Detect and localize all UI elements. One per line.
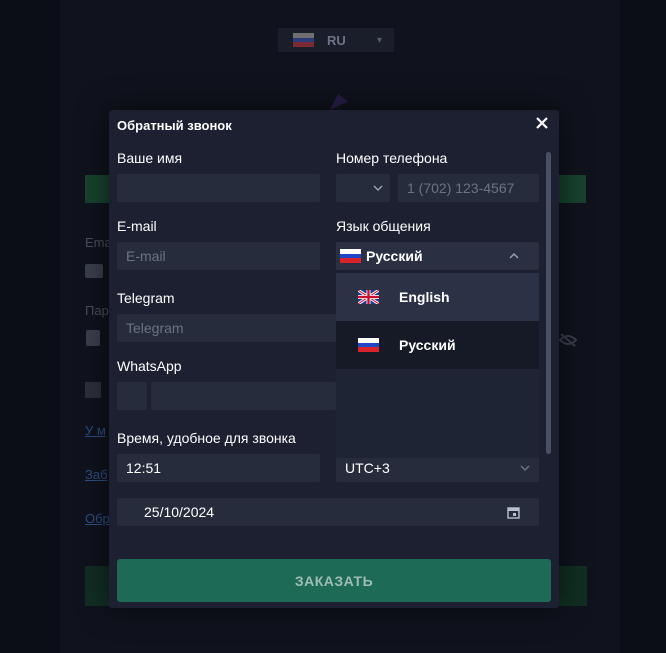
language-option-label: Русский xyxy=(399,337,456,353)
language-option-english[interactable]: English xyxy=(336,273,539,321)
modal-scrollbar[interactable] xyxy=(546,152,551,454)
background-checkbox xyxy=(85,382,101,398)
name-label: Ваше имя xyxy=(117,150,183,166)
background-green-button xyxy=(85,175,110,203)
russia-flag-icon xyxy=(358,338,379,352)
uk-flag-icon xyxy=(357,288,380,306)
scrollbar-thumb[interactable] xyxy=(546,152,551,454)
language-switcher[interactable]: RU ▾ xyxy=(278,28,394,52)
whatsapp-label: WhatsApp xyxy=(117,358,182,374)
lock-icon xyxy=(86,330,100,346)
language-switcher-label: RU xyxy=(327,32,346,48)
whatsapp-country-select[interactable] xyxy=(117,382,147,410)
russia-flag-icon xyxy=(293,33,314,47)
whatsapp-input[interactable] xyxy=(151,382,336,410)
name-input[interactable] xyxy=(117,174,320,202)
telegram-input[interactable] xyxy=(117,314,336,342)
background-email-label: Ema xyxy=(85,235,112,250)
telegram-label: Telegram xyxy=(117,290,175,306)
russia-flag-icon xyxy=(340,249,361,263)
language-option-label: English xyxy=(399,289,450,305)
chevron-up-icon xyxy=(509,252,519,259)
date-input[interactable]: 25/10/2024 xyxy=(117,498,539,526)
language-option-russian[interactable]: Русский xyxy=(336,321,539,369)
callback-modal: Обратный звонок Ваше имя Номер телефона … xyxy=(109,110,559,608)
background-link-2: Заб xyxy=(85,467,108,482)
calendar-icon[interactable] xyxy=(507,506,520,519)
chevron-down-icon xyxy=(520,465,530,472)
timezone-value: UTC+3 xyxy=(345,460,390,476)
date-value: 25/10/2024 xyxy=(144,504,215,520)
timezone-select[interactable]: UTC+3 xyxy=(336,454,539,482)
background-green-button-edge xyxy=(556,175,586,203)
modal-title: Обратный звонок xyxy=(117,118,232,133)
email-input[interactable] xyxy=(117,242,320,270)
order-button[interactable]: ЗАКАЗАТЬ xyxy=(117,559,551,602)
language-select[interactable]: Русский xyxy=(336,242,539,270)
language-dropdown: English Русский xyxy=(336,273,539,458)
background-link-1: У м xyxy=(85,423,106,438)
country-code-select[interactable] xyxy=(336,174,390,202)
phone-input[interactable] xyxy=(398,174,539,202)
close-icon[interactable] xyxy=(534,115,550,131)
mail-icon xyxy=(85,264,103,278)
chevron-down-icon xyxy=(373,185,383,192)
language-label: Язык общения xyxy=(336,218,431,234)
email-label: E-mail xyxy=(117,218,157,234)
time-input[interactable]: 12:51 xyxy=(117,454,320,482)
time-label: Время, удобное для звонка xyxy=(117,430,296,446)
chevron-down-icon: ▾ xyxy=(376,34,382,46)
language-selected-value: Русский xyxy=(366,248,423,264)
eye-off-icon xyxy=(558,333,578,347)
phone-label: Номер телефона xyxy=(336,150,448,166)
background-password-label: Пар xyxy=(85,303,109,318)
background-link-3: Обр xyxy=(85,511,110,526)
